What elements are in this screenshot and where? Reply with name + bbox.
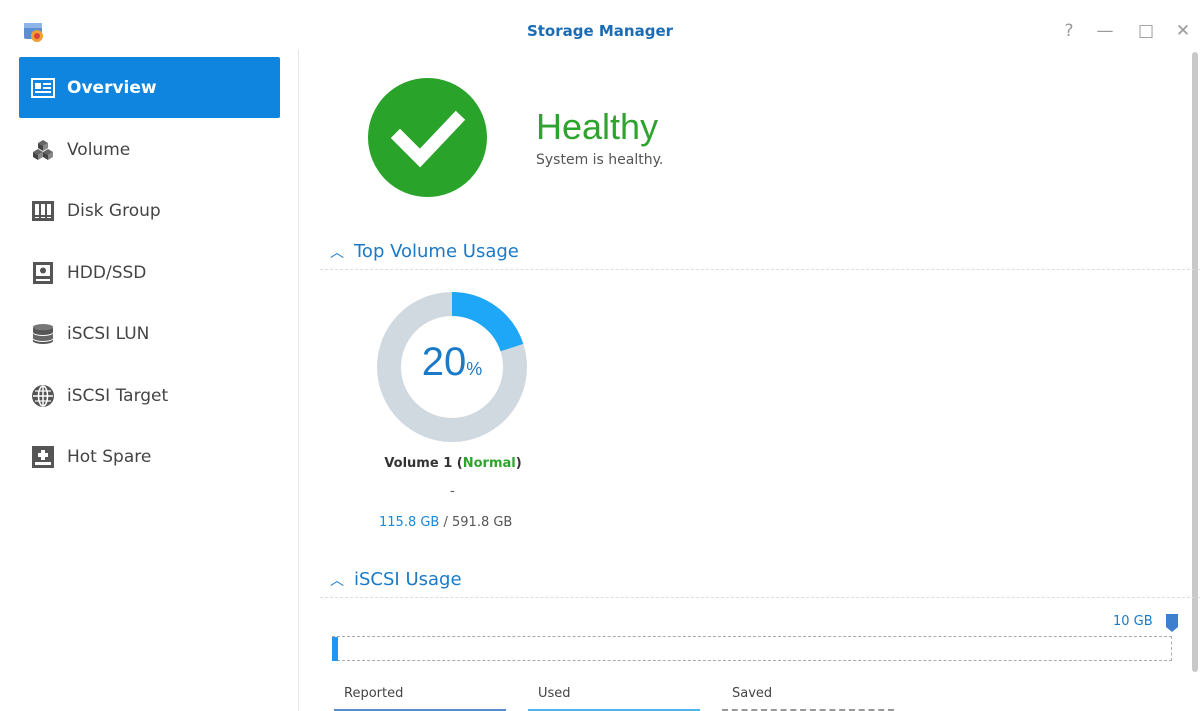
health-status-message: System is healthy. (536, 152, 664, 168)
volume-capacity: 115.8 GB / 591.8 GB (379, 515, 512, 530)
sidebar-item-disk-group[interactable]: Disk Group (19, 180, 280, 241)
section-top-volume-usage[interactable]: ︿ Top Volume Usage (330, 241, 519, 262)
hot-spare-icon (29, 443, 57, 471)
legend-saved: Saved (732, 686, 773, 701)
iscsi-target-icon (29, 382, 57, 410)
disk-group-icon (29, 197, 57, 225)
section-iscsi-usage[interactable]: ︿ iSCSI Usage (330, 569, 462, 590)
legend-used: Used (538, 686, 571, 701)
sidebar-item-label: Disk Group (67, 200, 161, 221)
sidebar-item-label: HDD/SSD (67, 262, 147, 283)
sidebar-item-iscsi-target[interactable]: iSCSI Target (19, 365, 280, 426)
help-button[interactable]: ? (1058, 19, 1080, 43)
volume-icon (29, 136, 57, 164)
sidebar-item-iscsi-lun[interactable]: iSCSI LUN (19, 303, 280, 364)
sidebar-item-hdd-ssd[interactable]: HDD/SSD (19, 242, 280, 303)
sidebar: Overview Volume Disk Group HDD/SSD iSCSI… (0, 50, 299, 711)
sidebar-item-label: iSCSI LUN (67, 323, 150, 344)
volume-total: 591.8 GB (452, 515, 513, 530)
sidebar-item-label: Hot Spare (67, 446, 152, 467)
section-heading: iSCSI Usage (354, 569, 462, 590)
checkmark-icon (390, 110, 466, 168)
sidebar-item-overview[interactable]: Overview (19, 57, 280, 118)
threshold-marker-icon (1166, 614, 1178, 632)
iscsi-max-label: 10 GB (1113, 614, 1153, 629)
volume-used: 115.8 GB (379, 515, 440, 530)
section-divider (320, 269, 1200, 270)
chevron-up-icon: ︿ (330, 573, 344, 589)
section-divider (320, 597, 1200, 598)
scroll-thumb[interactable] (1192, 52, 1198, 672)
sidebar-item-hot-spare[interactable]: Hot Spare (19, 426, 280, 487)
hdd-icon (29, 259, 57, 287)
close-button[interactable]: ✕ (1172, 19, 1194, 43)
iscsi-lun-icon (29, 320, 57, 348)
maximize-button[interactable]: □ (1135, 19, 1157, 43)
volume-status: Normal (462, 456, 516, 471)
window-title: Storage Manager (526, 22, 674, 40)
overview-icon (29, 74, 57, 102)
iscsi-usage-fill (332, 637, 338, 661)
iscsi-usage-bar (332, 636, 1172, 661)
percent-unit: % (466, 359, 483, 379)
title-bar: Storage Manager ? — □ ✕ (0, 0, 1200, 50)
chevron-up-icon: ︿ (330, 245, 344, 261)
legend-reported: Reported (344, 686, 404, 701)
health-status-icon (368, 78, 487, 197)
sidebar-item-label: Volume (67, 139, 131, 160)
volume-name-label[interactable]: Volume 1 (Normal) (378, 456, 528, 471)
volume-usage-percent: 20% (376, 340, 528, 385)
health-status-title: Healthy (536, 106, 659, 147)
volume-separator: / (439, 515, 452, 530)
section-heading: Top Volume Usage (354, 241, 519, 262)
percent-value: 20 (421, 340, 467, 384)
volume-name: Volume 1 (384, 456, 453, 471)
sidebar-item-label: iSCSI Target (67, 385, 169, 406)
volume-dash: - (450, 484, 455, 499)
sidebar-item-label: Overview (67, 77, 157, 98)
minimize-button[interactable]: — (1094, 19, 1116, 43)
sidebar-item-volume[interactable]: Volume (19, 119, 280, 180)
